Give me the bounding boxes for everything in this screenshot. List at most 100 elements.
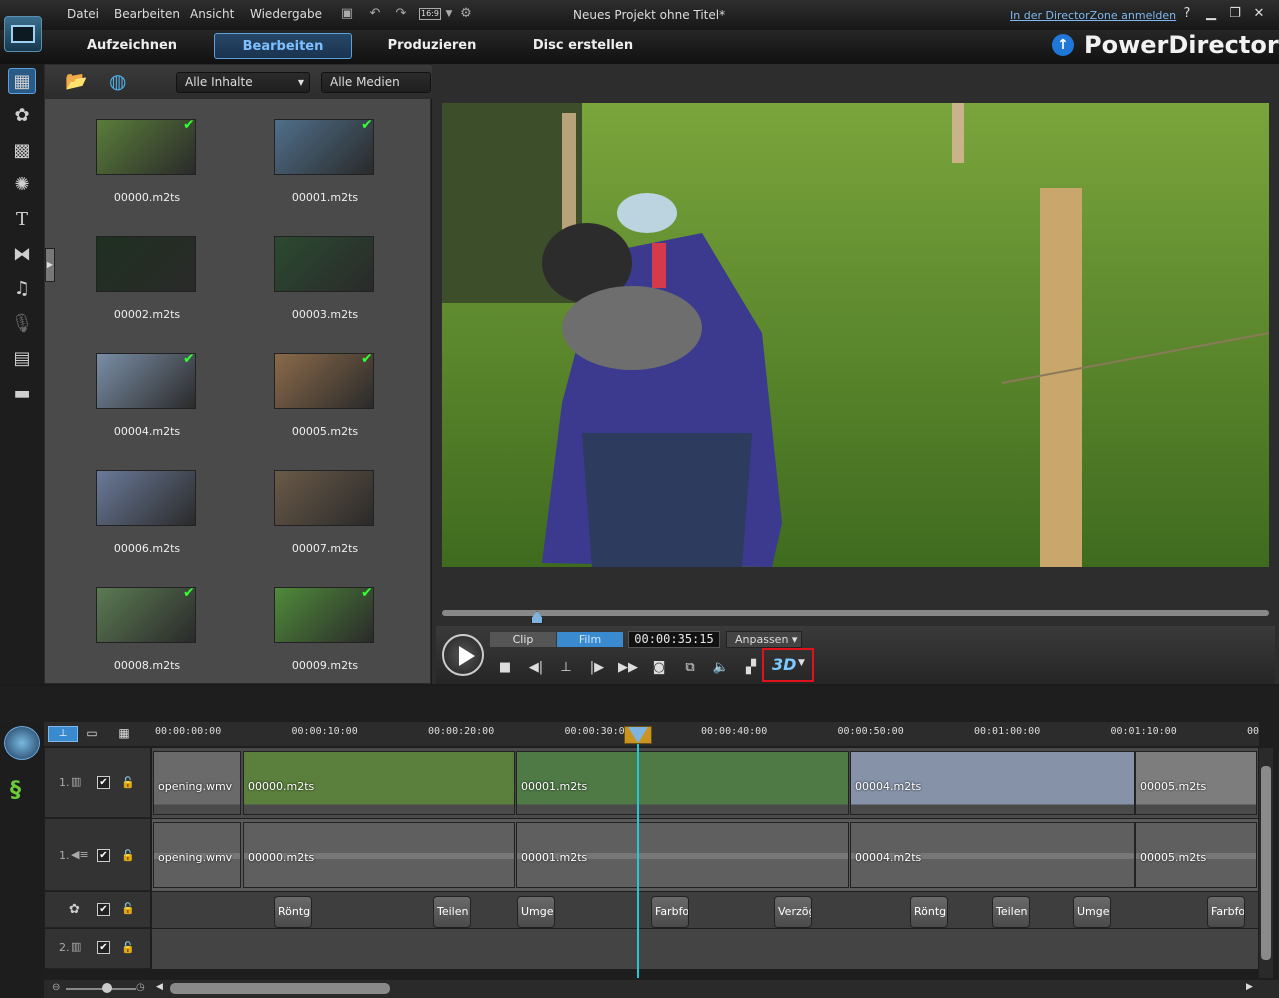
storyboard-mode-icon[interactable]: ▭ [82, 726, 102, 742]
save-icon[interactable]: ▣ [338, 6, 356, 22]
timeline-mode-icon[interactable]: ⊥ [48, 726, 78, 742]
library-item[interactable]: ✔ 00004.m2ts [96, 352, 198, 443]
zoom-out-icon[interactable]: ⊖ [52, 982, 60, 993]
track-enable-checkbox[interactable]: ✔ [97, 941, 110, 954]
thumbnail-image[interactable] [274, 470, 374, 526]
unlock-icon[interactable]: 🔓 [121, 849, 135, 862]
pip-room-icon[interactable]: ▩ [8, 138, 36, 164]
library-item[interactable]: ✔ 00008.m2ts [96, 586, 198, 677]
next-frame-icon[interactable]: |▶ [586, 658, 608, 678]
unlock-icon[interactable]: 🔓 [121, 941, 135, 954]
download-content-icon[interactable]: ◍ [109, 69, 135, 93]
audio-mixing-room-icon[interactable]: ♫ [8, 276, 36, 302]
timecode-display[interactable]: 00:00:35:15 [628, 631, 720, 648]
content-filter-dropdown[interactable]: Alle Inhalte ▼ [176, 72, 310, 93]
menu-bearbeiten[interactable]: Bearbeiten [114, 7, 180, 21]
voice-over-room-icon[interactable]: 🎙 [8, 311, 36, 337]
library-item[interactable]: ✔ 00009.m2ts [274, 586, 376, 677]
video-track-1[interactable] [152, 748, 1258, 818]
thumbnail-image[interactable]: ✔ [96, 118, 196, 175]
chapter-room-icon[interactable]: ▤ [8, 346, 36, 372]
stop-icon[interactable]: ■ [494, 658, 516, 678]
menu-datei[interactable]: Datei [67, 7, 99, 21]
thumbnail-image[interactable]: ✔ [96, 352, 196, 409]
media-room-icon[interactable]: ▦ [8, 68, 36, 94]
horizontal-scrollbar-thumb[interactable] [170, 983, 390, 994]
timeline-vertical-scrollbar[interactable] [1259, 748, 1273, 978]
library-item[interactable]: 00002.m2ts [96, 236, 198, 326]
subtitle-room-icon[interactable]: ▬ [8, 381, 36, 407]
thumbnail-image[interactable] [96, 470, 196, 526]
library-item[interactable]: ✔ 00005.m2ts [274, 352, 376, 443]
scroll-right-icon[interactable]: ▶ [1246, 982, 1253, 992]
zoom-slider[interactable] [66, 988, 136, 990]
directorzone-login-link[interactable]: In der DirectorZone anmelden [1010, 9, 1176, 22]
track-enable-checkbox[interactable]: ✔ [97, 776, 110, 789]
aspect-ratio-button[interactable]: 16:9 [419, 8, 441, 20]
library-item[interactable]: ✔ 00000.m2ts [96, 118, 198, 209]
track-enable-checkbox[interactable]: ✔ [97, 903, 110, 916]
undo-icon[interactable]: ↶ [366, 6, 384, 22]
title-room-icon[interactable]: T [8, 207, 36, 233]
tab-produzieren[interactable]: Produzieren [382, 33, 482, 59]
thumbnail-image[interactable]: ✔ [274, 352, 374, 409]
settings-gear-icon[interactable]: ⚙ [457, 6, 475, 22]
transition-room-icon[interactable]: ⧓ [8, 242, 36, 268]
snapshot-camera-icon[interactable]: ◙ [648, 658, 670, 678]
thumbnail-image[interactable] [96, 236, 196, 292]
track-enable-checkbox[interactable]: ✔ [97, 849, 110, 862]
ruler-tick-label: 00:00:00:00 [155, 726, 222, 737]
tab-disc-erstellen[interactable]: Disc erstellen [528, 33, 638, 59]
playback-quality-icon[interactable]: ▞ [740, 658, 762, 678]
minimize-icon[interactable]: ▁ [1202, 6, 1220, 22]
zoom-slider-knob[interactable] [102, 983, 112, 993]
threed-dropdown-icon[interactable]: ▼ [798, 658, 805, 668]
thumbnail-image[interactable]: ✔ [96, 586, 196, 643]
library-item[interactable]: ✔ 00001.m2ts [274, 118, 376, 209]
thumbnail-image[interactable]: ✔ [274, 118, 374, 175]
effect-room-icon[interactable]: ✿ [8, 103, 36, 129]
aspect-dropdown-icon[interactable]: ▼ [440, 6, 458, 22]
thumbnail-image[interactable]: ✔ [274, 586, 374, 643]
tab-aufzeichnen[interactable]: Aufzeichnen [78, 33, 186, 59]
thumbnail-image[interactable] [274, 236, 374, 292]
zoom-in-clock-icon[interactable]: ◷ [136, 982, 145, 993]
redo-icon[interactable]: ↷ [392, 6, 410, 22]
unlock-icon[interactable]: 🔓 [121, 902, 135, 915]
timeline-view-icon[interactable] [4, 726, 40, 760]
display-monitor-icon[interactable]: ⧉ [679, 658, 701, 678]
import-folder-icon[interactable]: 📂 [65, 71, 91, 92]
clip-mode-tab[interactable]: Clip [490, 632, 556, 647]
video-track-2[interactable] [152, 929, 1258, 969]
tab-bearbeiten[interactable]: Bearbeiten [214, 33, 352, 59]
help-icon[interactable]: ? [1178, 6, 1196, 22]
play-button[interactable] [442, 634, 484, 676]
timeline-ruler[interactable]: 00:00:00:00 00:00:10:00 00:00:20:00 00:00:3… [150, 722, 1259, 746]
close-icon[interactable]: ✕ [1250, 6, 1268, 22]
library-item[interactable]: 00003.m2ts [274, 236, 376, 326]
media-filter-dropdown[interactable]: Alle Medien [321, 72, 431, 93]
volume-icon[interactable]: 🔈 [710, 658, 732, 678]
upgrade-arrow-icon[interactable]: ↑ [1052, 34, 1074, 56]
library-item[interactable]: 00007.m2ts [274, 470, 376, 560]
preview-scrub-bar[interactable] [442, 610, 1269, 616]
previous-frame-icon[interactable]: ◀| [525, 658, 547, 678]
effect-track[interactable] [152, 892, 1258, 928]
scrollbar-thumb[interactable] [1261, 766, 1271, 960]
library-item[interactable]: 00006.m2ts [96, 470, 198, 560]
restore-icon[interactable]: ❐ [1226, 6, 1244, 22]
film-mode-tab[interactable]: Film [557, 632, 623, 647]
fast-forward-icon[interactable]: ▶▶ [617, 658, 639, 678]
particle-room-icon[interactable]: ✺ [8, 172, 36, 198]
scroll-left-icon[interactable]: ◀ [156, 982, 163, 992]
menu-wiedergabe[interactable]: Wiedergabe [250, 7, 322, 21]
menu-ansicht[interactable]: Ansicht [190, 7, 234, 21]
track-manager-icon[interactable]: ▦ [114, 726, 134, 742]
audio-track-1[interactable] [152, 819, 1258, 891]
split-marker-icon[interactable]: ⊥ [555, 658, 577, 678]
playhead-handle[interactable] [628, 727, 648, 743]
threed-button[interactable]: 3D [772, 655, 796, 674]
unlock-icon[interactable]: 🔓 [121, 776, 135, 789]
magic-tools-icon[interactable]: § [10, 778, 21, 803]
fit-dropdown[interactable]: Anpassen ▾ [726, 631, 802, 648]
